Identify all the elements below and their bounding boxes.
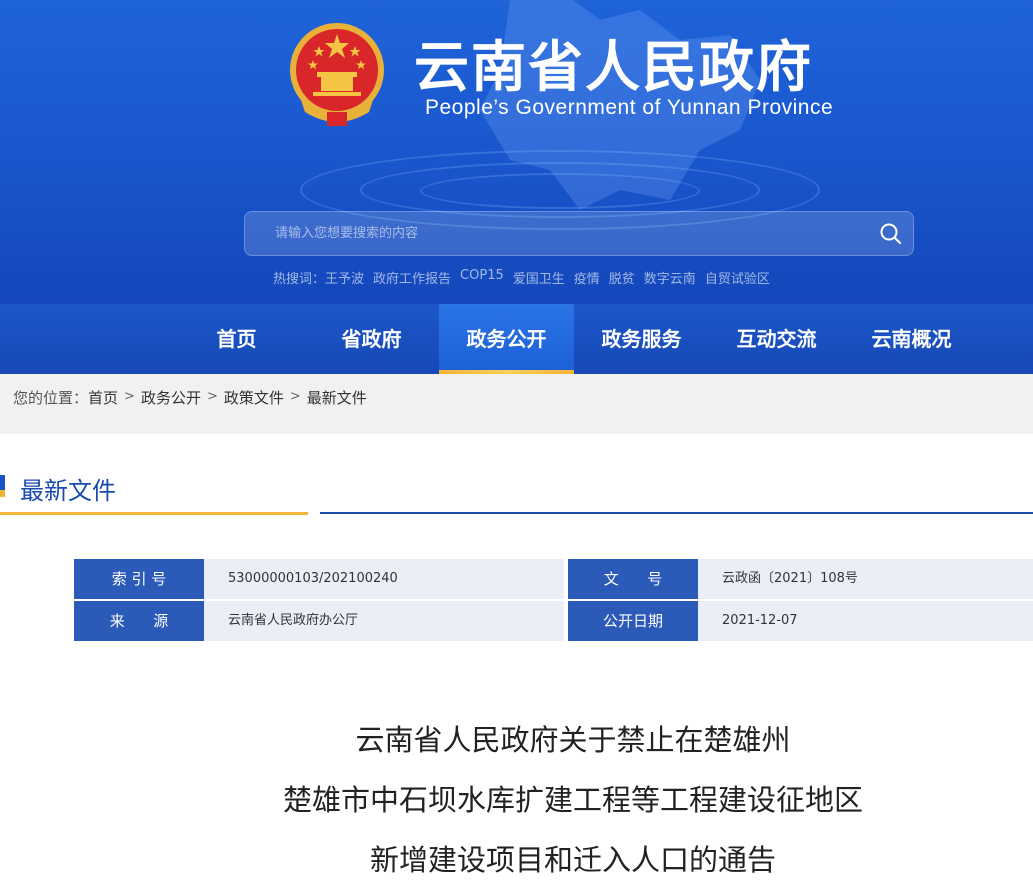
breadcrumb-separator: > xyxy=(289,389,301,404)
nav-item-government-services[interactable]: 政务服务 xyxy=(574,304,709,374)
document-number-value: 云政函〔2021〕108号 xyxy=(698,559,1033,599)
hotword-link[interactable]: 疫情 xyxy=(574,268,600,287)
hotword-link[interactable]: 王予波 xyxy=(325,268,364,287)
document-title-line: 云南省人民政府关于禁止在楚雄州 xyxy=(355,723,791,757)
hotword-link[interactable]: COP15 xyxy=(460,268,504,287)
nav-item-provincial-government[interactable]: 省政府 xyxy=(304,304,439,374)
breadcrumb-separator: > xyxy=(206,389,218,404)
index-number-value: 53000000103/202100240 xyxy=(204,559,564,599)
hotword-link[interactable]: 爱国卫生 xyxy=(513,268,565,287)
main-nav: 首页 省政府 政务公开 政务服务 互动交流 云南概况 xyxy=(0,304,1033,374)
hotword-link[interactable]: 数字云南 xyxy=(644,268,696,287)
document-number-label: 文 号 xyxy=(568,559,698,599)
breadcrumb-bar: 您的位置： 首页 > 政务公开 > 政策文件 > 最新文件 xyxy=(0,374,1033,434)
breadcrumb-separator: > xyxy=(124,389,135,404)
info-row: 索 引 号 53000000103/202100240 文 号 云政函〔2021… xyxy=(74,559,1033,599)
source-value: 云南省人民政府办公厅 xyxy=(204,601,564,641)
breadcrumb-link-latest-documents[interactable]: 最新文件 xyxy=(307,387,367,408)
nav-item-government-affairs-disclosure[interactable]: 政务公开 xyxy=(439,304,574,374)
site-header: 云南省人民政府 People’s Government of Yunnan Pr… xyxy=(0,0,1033,304)
index-number-label: 索 引 号 xyxy=(74,559,204,599)
breadcrumb-link-policy-documents[interactable]: 政策文件 xyxy=(224,387,284,408)
site-subtitle: People’s Government of Yunnan Province xyxy=(425,96,834,119)
hotwords-label: 热搜词： xyxy=(273,272,326,287)
nav-item-home[interactable]: 首页 xyxy=(169,304,304,374)
document-title: 云南省人民政府关于禁止在楚雄州 楚雄市中石坝水库扩建工程等工程建设征地区 新增建… xyxy=(0,710,1033,890)
breadcrumb-prefix: 您的位置： xyxy=(13,389,89,407)
search-icon[interactable] xyxy=(877,220,905,248)
search-bar xyxy=(244,211,914,256)
section-title: 最新文件 xyxy=(20,477,116,505)
ripple-decoration xyxy=(420,173,700,209)
document-title-line: 楚雄市中石坝水库扩建工程等工程建设征地区 xyxy=(282,783,863,817)
site-title: 云南省人民政府 xyxy=(414,35,814,99)
section-underline xyxy=(320,512,1033,514)
hotword-link[interactable]: 政府工作报告 xyxy=(373,268,451,287)
hotword-link[interactable]: 脱贫 xyxy=(609,268,635,287)
nav-item-interaction[interactable]: 互动交流 xyxy=(709,304,844,374)
hotword-link[interactable]: 自贸试验区 xyxy=(705,268,770,287)
publish-date-label: 公开日期 xyxy=(568,601,698,641)
source-label: 来 源 xyxy=(74,601,204,641)
info-row: 来 源 云南省人民政府办公厅 公开日期 2021-12-07 xyxy=(74,601,1033,641)
nav-item-yunnan-overview[interactable]: 云南概况 xyxy=(844,304,979,374)
national-emblem-logo[interactable] xyxy=(287,20,387,128)
breadcrumb: 您的位置： 首页 > 政务公开 > 政策文件 > 最新文件 xyxy=(13,387,367,408)
hot-search-words: 热搜词： 王予波 政府工作报告 COP15 爱国卫生 疫情 脱贫 数字云南 自贸… xyxy=(273,268,779,287)
publish-date-value: 2021-12-07 xyxy=(698,601,1033,641)
breadcrumb-link-home[interactable]: 首页 xyxy=(88,387,118,408)
document-title-line: 新增建设项目和迁入人口的通告 xyxy=(369,843,776,877)
section-marker xyxy=(0,475,5,497)
search-input[interactable] xyxy=(245,212,865,255)
breadcrumb-link-disclosure[interactable]: 政务公开 xyxy=(141,387,201,408)
section-underline-accent xyxy=(0,512,308,515)
